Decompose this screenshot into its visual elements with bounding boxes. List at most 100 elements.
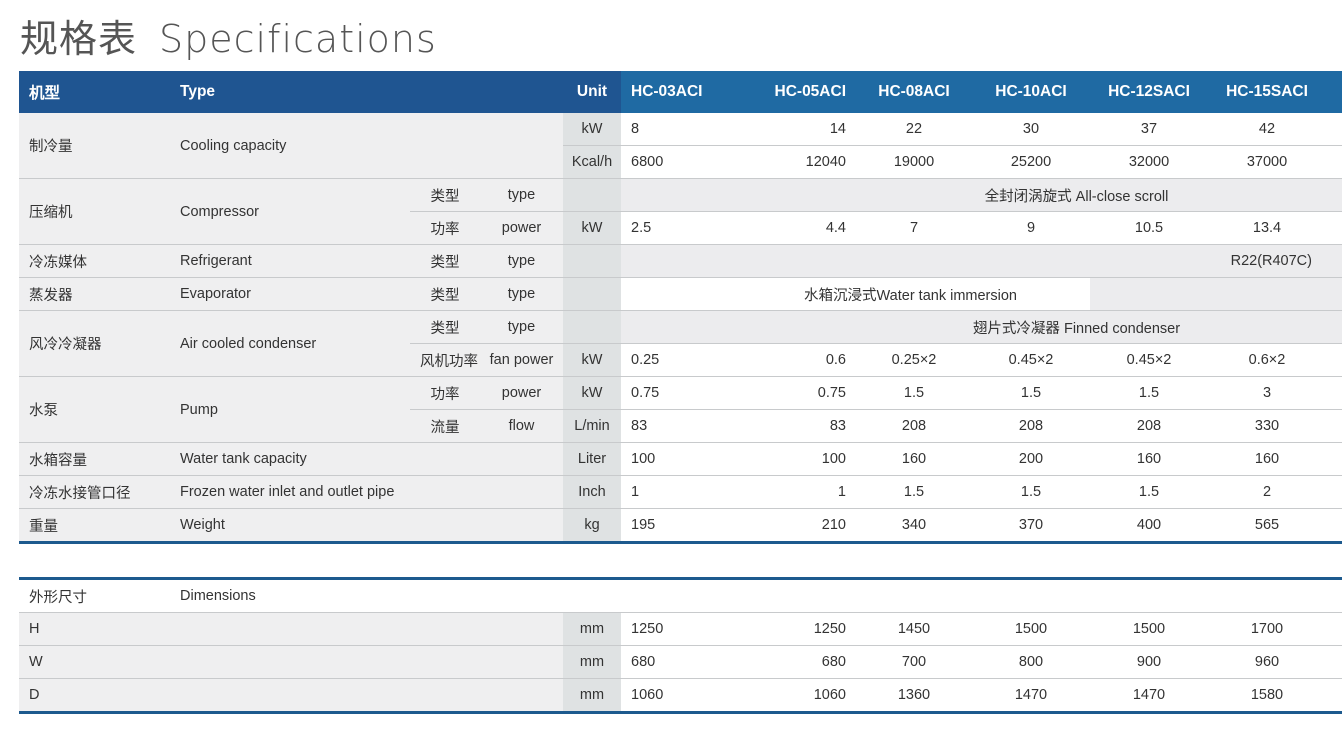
value-cell: 700 bbox=[856, 645, 972, 679]
value-cell: 1 bbox=[621, 475, 740, 509]
sub-label-cn: 类型 bbox=[410, 244, 480, 278]
merged-value-cell: R22(R407C) bbox=[621, 244, 1342, 278]
value-cell: 680 bbox=[621, 645, 740, 679]
header-model: HC-03ACI bbox=[621, 71, 740, 113]
filler-cell bbox=[1326, 612, 1342, 646]
value-cell: 10.5 bbox=[1090, 211, 1208, 245]
unit-cell: mm bbox=[563, 612, 621, 646]
sub-label-en: flow bbox=[480, 409, 563, 443]
unit-cell: Liter bbox=[563, 442, 621, 476]
unit-cell bbox=[563, 277, 621, 311]
sub-label-en: fan power bbox=[480, 343, 563, 377]
row-label-cn: 水箱容量 bbox=[19, 442, 170, 476]
sub-label-en: power bbox=[480, 376, 563, 410]
value-cell: 0.6 bbox=[740, 343, 856, 377]
sub-label-en: power bbox=[480, 211, 563, 245]
value-cell: 6800 bbox=[621, 145, 740, 179]
value-cell: 200 bbox=[972, 442, 1090, 476]
spec-row: 压缩机 Compressor 类型 type 全封闭涡旋式 All-close scro… bbox=[19, 178, 1342, 245]
header-row: 机型 Type Unit HC-03ACI HC-05ACI HC-08ACI … bbox=[19, 71, 1342, 113]
value-cell: 330 bbox=[1208, 409, 1326, 443]
filler-cell bbox=[1326, 475, 1342, 509]
value-cell: 8 bbox=[621, 113, 740, 146]
dimensions-en: Dimensions bbox=[170, 578, 1342, 613]
value-cell: 400 bbox=[1090, 508, 1208, 543]
value-cell: 2.5 bbox=[621, 211, 740, 245]
dimension-row: Hmm 1250 1250 1450 1500 1500 1700 bbox=[19, 612, 1342, 646]
unit-cell: Inch bbox=[563, 475, 621, 509]
value-cell: 1500 bbox=[972, 612, 1090, 646]
row-label-cn: 蒸发器 bbox=[19, 277, 170, 311]
filler-cell bbox=[1326, 645, 1342, 679]
value-cell: 0.6×2 bbox=[1208, 343, 1326, 377]
header-model: HC-05ACI bbox=[740, 71, 856, 113]
dimensions-header-row: 外形尺寸 Dimensions bbox=[19, 578, 1342, 613]
header-unit: Unit bbox=[563, 71, 621, 113]
spec-row: 蒸发器 Evaporator 类型 type 水箱沉浸式Water tank immer… bbox=[19, 277, 1342, 311]
sub-label-cn: 类型 bbox=[410, 277, 480, 311]
value-cell: 195 bbox=[621, 508, 740, 543]
title-en: Specifications bbox=[159, 17, 437, 61]
value-cell: 37000 bbox=[1208, 145, 1326, 179]
merged-value-cell: 全封闭涡旋式 All-close scroll bbox=[621, 178, 1342, 212]
spec-row: 水箱容量 Water tank capacity Liter 100 100 160 200… bbox=[19, 442, 1342, 476]
value-cell: 30 bbox=[972, 113, 1090, 146]
value-cell: 25200 bbox=[972, 145, 1090, 179]
value-cell: 0.25×2 bbox=[856, 343, 972, 377]
row-label-cn: 重量 bbox=[19, 508, 170, 543]
spec-row: 冷冻媒体 Refrigerant 类型 type R22(R407C) bbox=[19, 244, 1342, 278]
value-cell: 19000 bbox=[856, 145, 972, 179]
sub-label-cn: 功率 bbox=[410, 376, 480, 410]
unit-cell bbox=[563, 310, 621, 344]
value-cell: 160 bbox=[856, 442, 972, 476]
value-cell: 370 bbox=[972, 508, 1090, 543]
dimension-row: Dmm 1060 1060 1360 1470 1470 1580 bbox=[19, 678, 1342, 713]
value-cell: 22 bbox=[856, 113, 972, 146]
filler-cell bbox=[1326, 145, 1342, 179]
spec-row: 重量 Weight kg 195 210 340 370 400 565 bbox=[19, 508, 1342, 543]
value-cell: 800 bbox=[972, 645, 1090, 679]
unit-cell bbox=[563, 244, 621, 278]
row-label-en: Weight bbox=[170, 508, 563, 543]
filler-cell bbox=[1326, 211, 1342, 245]
value-cell: 83 bbox=[621, 409, 740, 443]
value-cell: 680 bbox=[740, 645, 856, 679]
filler-cell bbox=[1326, 113, 1342, 146]
row-label-en: Air cooled condenser bbox=[170, 310, 410, 377]
value-cell: 42 bbox=[1208, 113, 1326, 146]
empty-cell bbox=[1090, 277, 1342, 311]
value-cell: 1450 bbox=[856, 612, 972, 646]
unit-cell: kg bbox=[563, 508, 621, 543]
header-type-en: Type bbox=[170, 71, 563, 113]
dimension-row: Wmm 680 680 700 800 900 960 bbox=[19, 645, 1342, 679]
value-cell: 2 bbox=[1208, 475, 1326, 509]
dimension-label: W bbox=[19, 645, 563, 679]
value-cell: 1.5 bbox=[1090, 376, 1208, 410]
value-cell: 1470 bbox=[1090, 678, 1208, 713]
row-label-en: Refrigerant bbox=[170, 244, 410, 278]
merged-value-cell: 水箱沉浸式Water tank immersion bbox=[621, 277, 1090, 311]
value-cell: 0.75 bbox=[740, 376, 856, 410]
sub-label-cn: 类型 bbox=[410, 310, 480, 344]
header-model: HC-15SACI bbox=[1208, 71, 1326, 113]
spec-row: 水泵 Pump 功率 power kW 0.75 0.75 1.5 1.5 1.5 3 bbox=[19, 376, 1342, 443]
spec-row: 风冷冷凝器 Air cooled condenser 类型 type 翅片式冷凝器 Fi… bbox=[19, 310, 1342, 377]
row-label-en: Pump bbox=[170, 376, 410, 443]
value-cell: 340 bbox=[856, 508, 972, 543]
header-model: HC-12SACI bbox=[1090, 71, 1208, 113]
unit-cell: mm bbox=[563, 645, 621, 679]
unit-cell: Kcal/h bbox=[563, 145, 621, 179]
row-label-en: Frozen water inlet and outlet pipe bbox=[170, 475, 563, 509]
value-cell: 12040 bbox=[740, 145, 856, 179]
value-cell: 1060 bbox=[740, 678, 856, 713]
sub-label-en: type bbox=[480, 178, 563, 212]
unit-cell: kW bbox=[563, 211, 621, 245]
value-cell: 1250 bbox=[621, 612, 740, 646]
sub-label-en: type bbox=[480, 310, 563, 344]
merged-value-cell: 翅片式冷凝器 Finned condenser bbox=[621, 310, 1342, 344]
filler-cell bbox=[1326, 508, 1342, 543]
filler-cell bbox=[1326, 376, 1342, 410]
value-cell: 0.45×2 bbox=[972, 343, 1090, 377]
row-label-cn: 制冷量 bbox=[19, 113, 170, 179]
value-cell: 160 bbox=[1208, 442, 1326, 476]
